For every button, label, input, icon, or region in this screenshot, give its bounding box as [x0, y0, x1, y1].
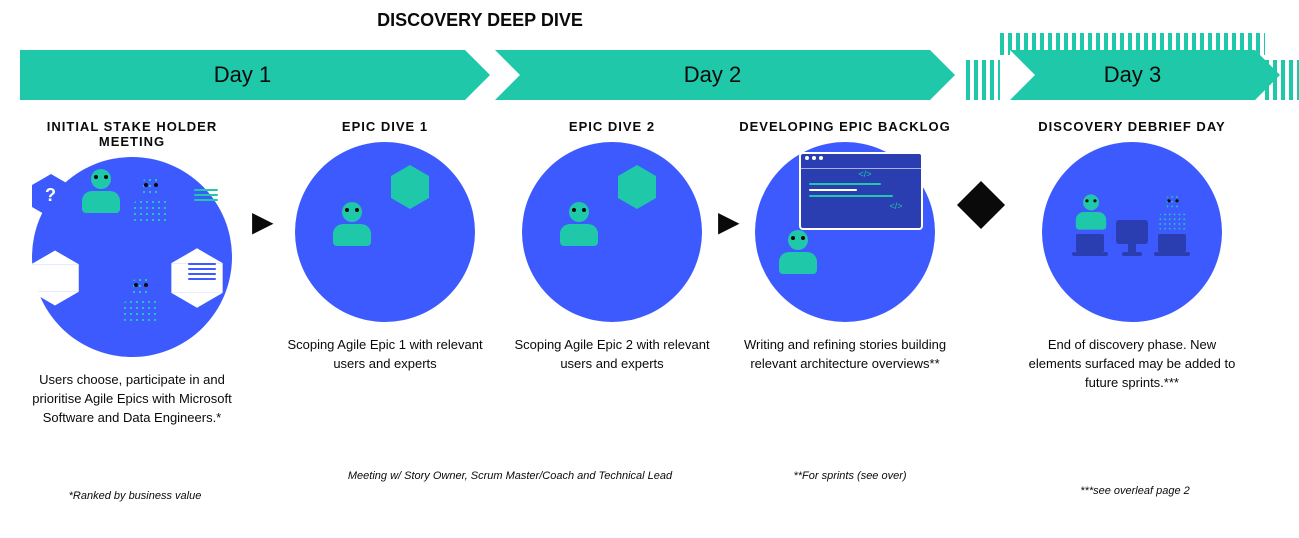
day1-label: Day 1	[214, 62, 271, 88]
question-mark-icon: ?	[45, 185, 56, 206]
phase-2-illustration	[295, 142, 475, 322]
person-icon	[329, 202, 375, 246]
phase-stakeholder-meeting: INITIAL STAKE HOLDER MEETING ? Users cho…	[12, 115, 252, 428]
person-icon	[128, 177, 174, 221]
phase-1-desc: Users choose, participate in and priorit…	[12, 371, 252, 428]
phase-3-title: EPIC DIVE 2	[502, 119, 722, 134]
phase-4-footnote: **For sprints (see over)	[760, 470, 940, 482]
code-window-icon: </> </>	[799, 152, 923, 230]
phase-3-desc: Scoping Agile Epic 2 with relevant users…	[502, 336, 722, 374]
phase-1-footnote: *Ranked by business value	[40, 490, 230, 502]
phase-5-desc: End of discovery phase. New elements sur…	[1022, 336, 1242, 393]
hex-icon	[640, 209, 667, 224]
phase-4-illustration: </> </>	[755, 142, 935, 322]
person-icon	[1073, 194, 1110, 229]
phase-1-illustration: ?	[32, 157, 232, 357]
monitor-icon	[1116, 220, 1148, 244]
phase-5-title: DISCOVERY DEBRIEF DAY	[1022, 119, 1242, 134]
laptop-icon	[1076, 234, 1104, 252]
phase-epic-dive-1: EPIC DIVE 1 Scoping Agile Epic 1 with re…	[275, 115, 495, 374]
discovery-diagram: DISCOVERY DEEP DIVE Day 1 Day 2 Day 3 IN…	[0, 0, 1299, 538]
diamond-separator-icon	[957, 181, 1005, 229]
day2-banner: Day 2	[495, 50, 930, 100]
phase-3-illustration	[522, 142, 702, 322]
person-icon	[1155, 194, 1192, 229]
phase-epic-dive-2: EPIC DIVE 2 Scoping Agile Epic 2 with re…	[502, 115, 722, 374]
phase-5-illustration	[1042, 142, 1222, 322]
chat-lines-icon	[188, 263, 216, 280]
phase-1-title: INITIAL STAKE HOLDER MEETING	[12, 119, 252, 149]
hatch-left	[966, 60, 1000, 100]
phase-developing-backlog: DEVELOPING EPIC BACKLOG </> </> Writing …	[735, 115, 955, 374]
chat-lines-icon	[194, 189, 218, 201]
person-icon	[556, 202, 602, 246]
day2-label: Day 2	[684, 62, 741, 88]
person-icon	[78, 169, 124, 213]
phase-4-desc: Writing and refining stories building re…	[735, 336, 955, 374]
phase-2-title: EPIC DIVE 1	[275, 119, 495, 134]
day1-banner: Day 1	[20, 50, 465, 100]
day3-banner: Day 3	[1010, 50, 1255, 100]
hex-icon	[618, 176, 656, 198]
phase-5-footnote: ***see overleaf page 2	[1055, 485, 1215, 497]
person-icon	[118, 277, 164, 321]
shared-footnote: Meeting w/ Story Owner, Scrum Master/Coa…	[300, 470, 720, 482]
person-icon	[775, 230, 821, 274]
phase-2-desc: Scoping Agile Epic 1 with relevant users…	[275, 336, 495, 374]
speech-hex-icon	[31, 264, 79, 292]
hex-icon	[413, 209, 440, 224]
laptop-icon	[1158, 234, 1186, 252]
hex-icon	[391, 176, 429, 198]
arrow-icon: ▶	[252, 205, 274, 238]
day3-label: Day 3	[1104, 62, 1161, 88]
section-label-discovery: DISCOVERY DEEP DIVE	[280, 10, 680, 31]
phase-debrief-day: DISCOVERY DEBRIEF DAY End of discovery p…	[1022, 115, 1242, 393]
phase-4-title: DEVELOPING EPIC BACKLOG	[735, 119, 955, 134]
